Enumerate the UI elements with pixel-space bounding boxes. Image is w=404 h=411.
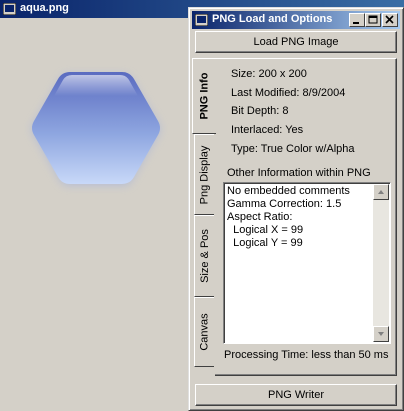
other-info-line: Gamma Correction: 1.5 xyxy=(227,198,342,210)
info-interlaced: Interlaced: Yes xyxy=(231,124,304,136)
maximize-button[interactable] xyxy=(365,13,381,27)
tab-size-pos[interactable]: Size & Pos xyxy=(194,215,214,297)
dialog-title: PNG Load and Options xyxy=(212,13,333,25)
other-info-line: Aspect Ratio: xyxy=(227,211,293,223)
info-size: Size: 200 x 200 xyxy=(231,68,307,80)
other-info-line: Logical Y = 99 xyxy=(227,237,303,249)
load-png-button[interactable]: Load PNG Image xyxy=(195,31,397,53)
main-window-title: aqua.png xyxy=(20,2,69,14)
info-last-modified: Last Modified: 8/9/2004 xyxy=(231,87,346,99)
other-info-line: Logical X = 99 xyxy=(227,224,304,236)
maximize-icon xyxy=(368,15,378,24)
tab-png-info[interactable]: PNG Info xyxy=(192,58,216,134)
tab-canvas[interactable]: Canvas xyxy=(194,297,214,367)
image-canvas xyxy=(0,18,190,411)
other-info-label: Other Information within PNG xyxy=(227,167,371,179)
info-bit-depth: Bit Depth: 8 xyxy=(231,105,289,117)
scroll-down-button[interactable] xyxy=(373,326,389,342)
close-icon xyxy=(385,15,394,24)
arrow-down-icon xyxy=(378,332,384,336)
minimize-button[interactable] xyxy=(349,13,365,27)
dialog-titlebar[interactable]: PNG Load and Options xyxy=(192,11,400,29)
other-info-line: No embedded comments xyxy=(227,185,350,197)
png-options-dialog: PNG Load and Options Load PNG Image PNG … xyxy=(188,7,404,411)
other-info-textbox[interactable]: No embedded comments Gamma Correction: 1… xyxy=(223,182,391,344)
close-button[interactable] xyxy=(382,13,398,27)
png-writer-button[interactable]: PNG Writer xyxy=(195,384,397,406)
tab-png-display[interactable]: Png Display xyxy=(194,134,214,215)
vertical-scrollbar[interactable] xyxy=(373,184,389,342)
scroll-up-button[interactable] xyxy=(373,184,389,200)
processing-time: Processing Time: less than 50 ms xyxy=(224,349,389,361)
app-icon xyxy=(2,2,17,18)
dialog-app-icon xyxy=(194,13,209,29)
png-image-hexagon xyxy=(20,56,172,198)
minimize-icon xyxy=(353,22,359,24)
arrow-up-icon xyxy=(378,190,384,194)
info-type: Type: True Color w/Alpha xyxy=(231,143,355,155)
